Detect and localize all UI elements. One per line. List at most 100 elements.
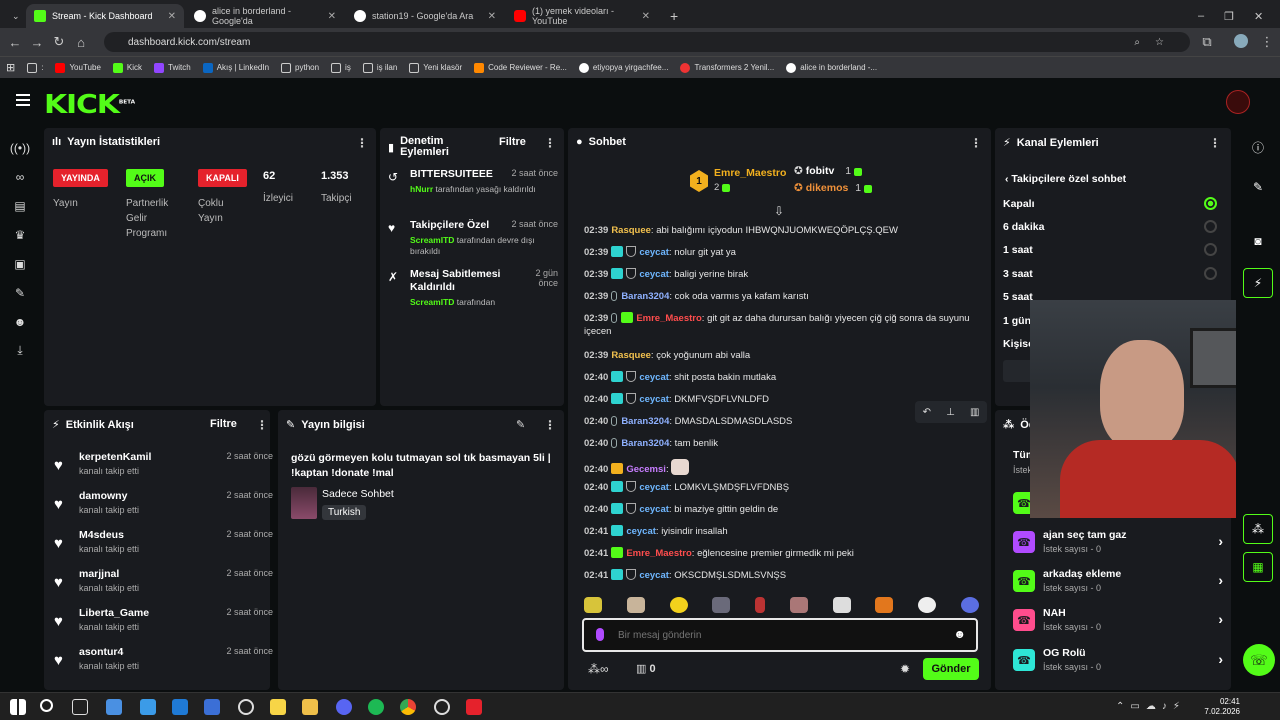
kick-logo[interactable]: KICKBETA [44,90,135,120]
bookmark-python[interactable]: python [275,62,325,73]
top-gifter-2[interactable]: ✪ fobitv 1 [794,165,865,177]
kebab-menu-icon[interactable]: ⋮ [356,136,368,150]
task-view-icon[interactable] [72,699,88,715]
url-field[interactable]: dashboard.kick.com/stream ⌕ ☆ [104,32,1190,52]
apps-grid-icon[interactable]: ⊞ [0,61,21,74]
top-gifter-name[interactable]: Emre_Maestro [714,167,786,179]
chat-username[interactable]: Emre_Maestro [626,548,691,559]
edit-icon[interactable]: ✎ [516,418,525,431]
windows-start-icon[interactable] [10,699,26,715]
follower-name[interactable]: marjjnal [79,568,119,580]
bookmark-is-ilan[interactable]: iş ilan [357,62,403,73]
emote-icon[interactable] [918,597,937,613]
stream-icon[interactable]: ((•)) [0,133,40,162]
chat-username[interactable]: ceycat [639,372,669,383]
chat-settings-icon[interactable]: ✹ [900,662,910,676]
filter-button[interactable]: Filtre [210,418,237,430]
chevron-right-icon[interactable]: › [1218,651,1223,667]
chat-username[interactable]: ceycat [626,526,656,537]
emoji-icon[interactable]: ☻ [953,627,966,641]
tab-youtube[interactable]: (1) yemek videoları - YouTube ✕ [506,4,658,28]
quick-action-icon[interactable]: ⚡ [1243,268,1273,298]
minimize-icon[interactable]: – [1198,10,1204,22]
follower-name[interactable]: asontur4 [79,646,123,658]
option-3h[interactable]: 3 saat [1003,268,1033,280]
reward-item[interactable]: ☎ arkadaş ekleme İstek sayısı - 0 › [1013,566,1223,600]
tab-google-alice[interactable]: alice in borderland - Google'da ✕ [186,4,344,28]
emote-icon[interactable] [789,597,808,613]
bookmark-folder[interactable]: : [21,62,49,73]
close-window-icon[interactable]: ✕ [1254,10,1263,23]
emote-icon[interactable] [712,597,731,613]
zoom-icon[interactable]: ⌕ [1134,37,1140,48]
close-tab-icon[interactable]: ✕ [328,11,336,22]
mod-user[interactable]: hNurr [410,184,433,194]
chat-input[interactable] [618,626,938,644]
reward-item[interactable]: ☎ ajan seç tam gaz İstek sayısı - 0 › [1013,527,1223,561]
bookmark-transformers[interactable]: Transformers 2 Yenil... [674,62,780,73]
user-avatar[interactable] [1226,90,1250,114]
chat-username[interactable]: Baran3204 [621,416,669,427]
bookmark-is[interactable]: iş [325,62,357,73]
kebab-menu-icon[interactable]: ⋮ [544,418,556,432]
tab-kick-dashboard[interactable]: Stream - Kick Dashboard ✕ [26,4,184,28]
video-icon[interactable]: ▣ [0,249,40,278]
sticky-notes-icon[interactable] [270,699,286,715]
kebab-menu-icon[interactable]: ⋮ [544,136,556,150]
emote-icon[interactable] [755,597,766,613]
close-tab-icon[interactable]: ✕ [642,11,650,22]
forward-icon[interactable]: → [26,35,48,50]
clock[interactable]: 02:41 7.02.2026 [1202,697,1240,717]
chat-username[interactable]: Rasquee [611,225,651,236]
chat-username[interactable]: ceycat [639,504,669,515]
category-name[interactable]: Sadece Sohbet [322,488,394,500]
bookmark-code-reviewer[interactable]: Code Reviewer - Re... [468,62,573,73]
follower-name[interactable]: damowny [79,490,127,502]
emote-icon[interactable] [875,597,894,613]
system-tray[interactable]: ⌃▭☁♪⚡ [1116,701,1186,712]
bookmark-yeni-klasor[interactable]: Yeni klasör [403,62,468,73]
reply-icon[interactable]: ↶ [923,407,931,418]
bookmark-linkedin[interactable]: Akış | LinkedIn [197,62,275,73]
filter-button[interactable]: Filtre [499,136,526,148]
hamburger-menu-icon[interactable] [16,94,30,106]
option-1h[interactable]: 1 saat [1003,244,1033,256]
option-5h[interactable]: 5 saat [1003,291,1033,303]
chat-username[interactable]: ceycat [639,482,669,493]
extensions-icon[interactable]: ⧉ [1196,34,1218,50]
close-tab-icon[interactable]: ✕ [168,11,176,22]
discord-icon[interactable] [336,699,352,715]
bookmark-kick[interactable]: Kick [107,62,148,73]
clip-icon[interactable]: ▦ [1243,552,1273,582]
bookmark-twitch[interactable]: Twitch [148,62,197,73]
edit-icon[interactable]: ✎ [1243,172,1273,202]
emote-icon[interactable] [832,597,851,613]
chat-username[interactable]: Baran3204 [621,438,669,449]
obs-icon[interactable] [434,699,450,715]
chat-username[interactable]: Gecemsi [626,464,666,475]
send-button[interactable]: Gönder [923,658,979,680]
radio-3h[interactable] [1204,267,1217,280]
search-icon[interactable] [40,699,53,712]
emote-icon[interactable] [669,597,688,613]
bookmark-youtube[interactable]: YouTube [49,62,106,73]
vscode-icon[interactable] [172,699,188,715]
radio-6min[interactable] [1204,220,1217,233]
emote-icon[interactable] [584,597,602,613]
points-display[interactable]: ▥ 0 [636,662,656,675]
tab-google-station19[interactable]: station19 - Google'da Ara ✕ [346,4,504,28]
download-icon[interactable]: ⤓ [0,336,40,365]
option-1d[interactable]: 1 gün [1003,315,1031,327]
tab-list-button[interactable]: ⌄ [4,4,24,28]
radio-1h[interactable] [1204,243,1217,256]
chrome-icon[interactable] [400,699,416,715]
bookmark-etiyopya[interactable]: etiyopya yirgachfee... [573,62,675,73]
spotify-icon[interactable] [368,699,384,715]
chevron-right-icon[interactable]: › [1218,533,1223,549]
chat-username[interactable]: ceycat [639,269,669,280]
kebab-menu-icon[interactable]: ⋮ [970,136,982,150]
reward-item[interactable]: ☎ NAH İstek sayısı - 0 › [1013,605,1223,639]
users-icon[interactable]: ☻ [0,307,40,336]
chevron-right-icon[interactable]: › [1218,572,1223,588]
reload-icon[interactable]: ↻ [48,34,70,50]
